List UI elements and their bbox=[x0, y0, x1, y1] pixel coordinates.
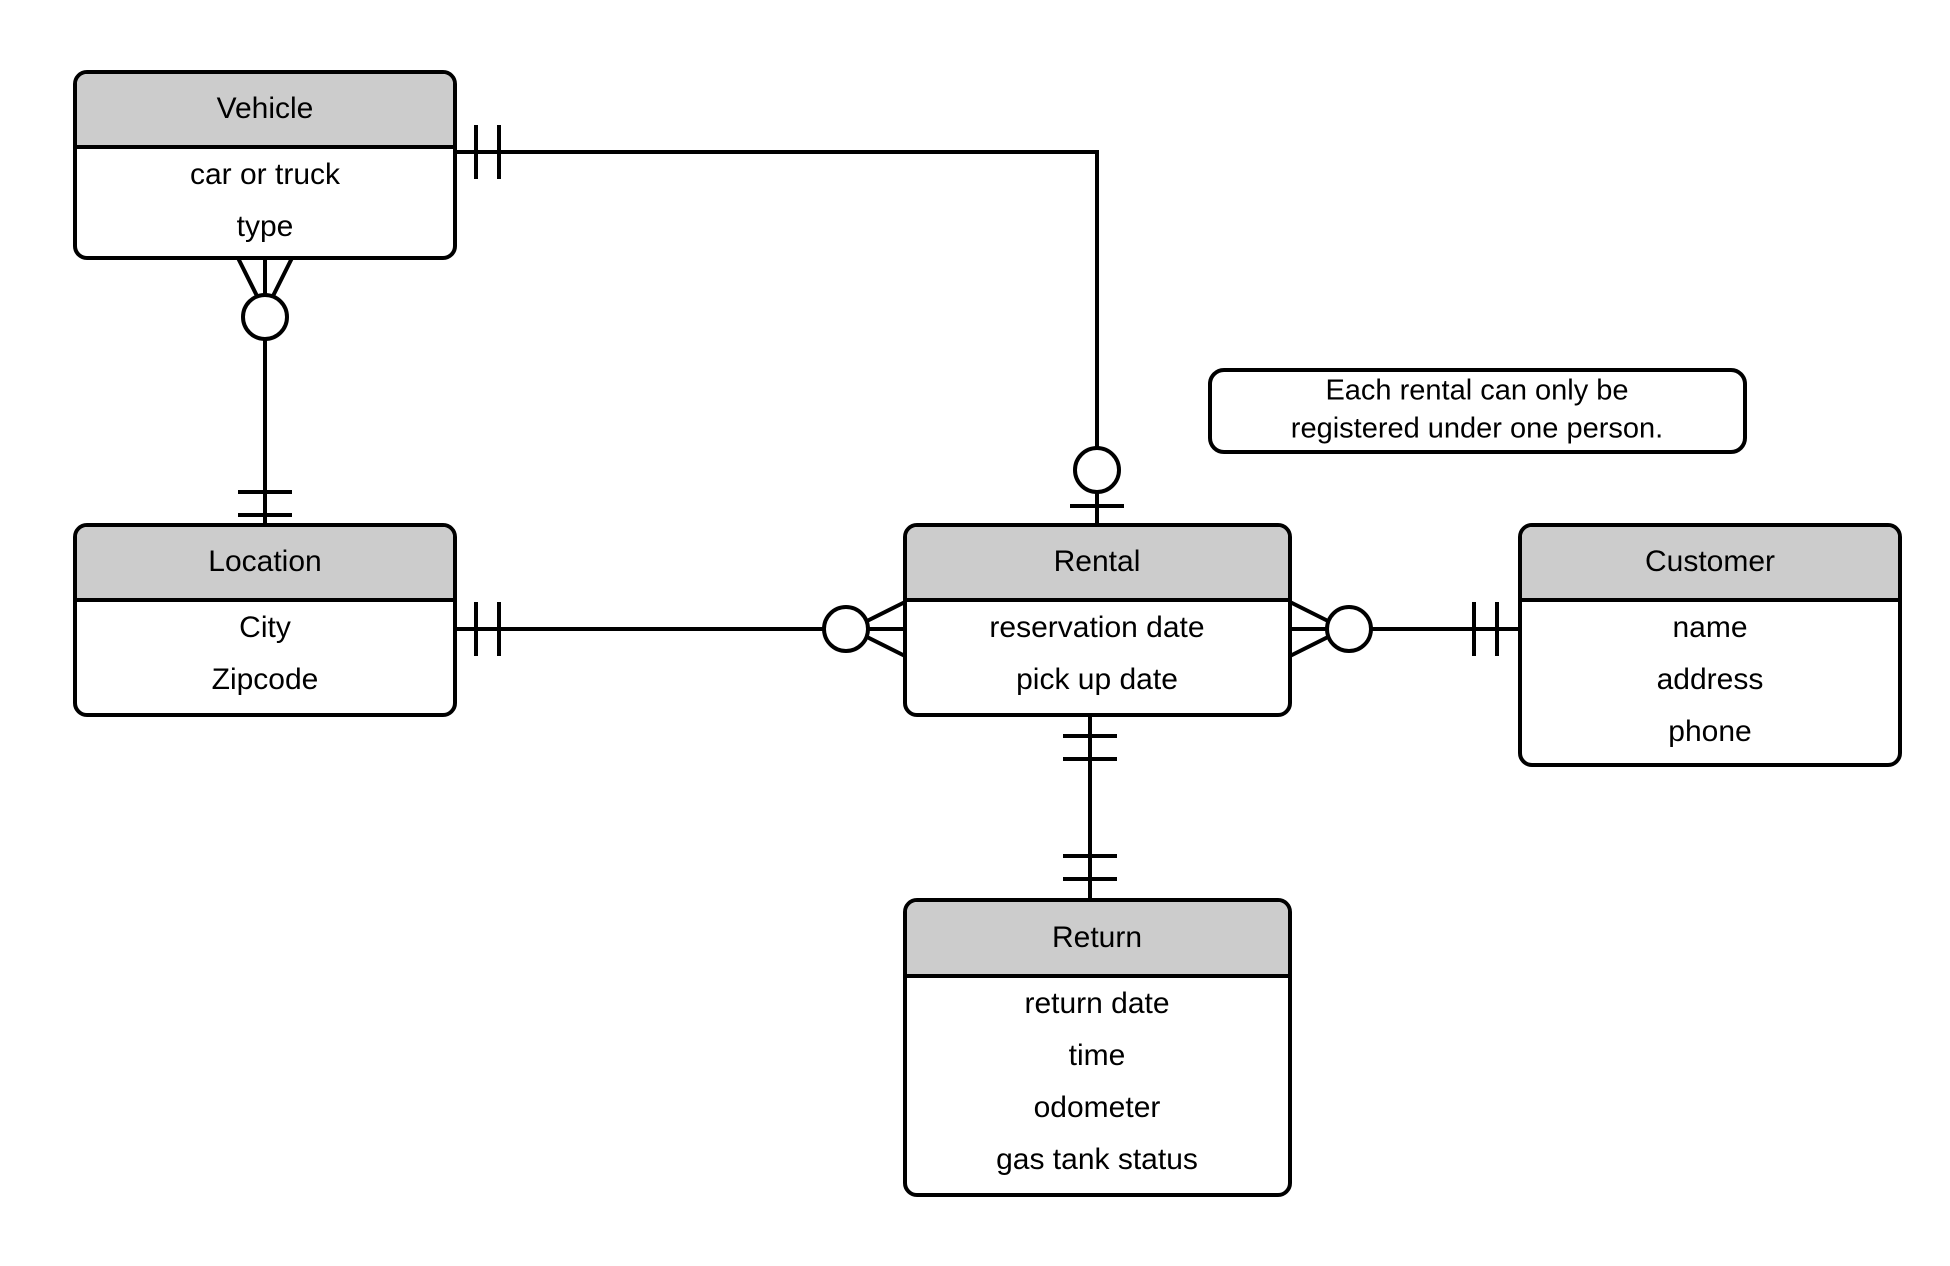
entity-rental-attribute-1: pick up date bbox=[1016, 663, 1178, 696]
connector-line-vehicle-rental bbox=[455, 150, 1099, 525]
entity-customer[interactable]: Customer name address phone bbox=[1518, 523, 1902, 767]
relationship-rental-customer[interactable] bbox=[1289, 600, 1520, 658]
entity-rental-attribute-0: reservation date bbox=[989, 611, 1204, 644]
note-rental-person[interactable]: Each rental can only be registered under… bbox=[1208, 368, 1747, 454]
entity-return-attribute-2: odometer bbox=[1034, 1091, 1161, 1124]
er-diagram-canvas: Vehicle car or truck type Location City … bbox=[0, 0, 1950, 1266]
entity-customer-title: Customer bbox=[1645, 545, 1775, 578]
relationship-vehicle-location[interactable] bbox=[236, 257, 294, 525]
entity-vehicle-attribute-0: car or truck bbox=[190, 158, 341, 191]
entity-return-attribute-1: time bbox=[1069, 1039, 1126, 1072]
note-rental-person-line-2: registered under one person. bbox=[1291, 413, 1663, 445]
relationship-vehicle-rental[interactable] bbox=[455, 125, 1124, 525]
note-rental-person-line-1: Each rental can only be bbox=[1325, 375, 1628, 407]
relationship-location-rental[interactable] bbox=[455, 600, 906, 658]
entity-return-attribute-3: gas tank status bbox=[996, 1143, 1198, 1176]
optionality-circle-location-rental bbox=[822, 605, 870, 653]
entity-location[interactable]: Location City Zipcode bbox=[73, 523, 457, 717]
optionality-circle-vehicle-location bbox=[241, 293, 289, 341]
entity-customer-attribute-2: phone bbox=[1668, 715, 1751, 748]
entity-return-attribute-0: return date bbox=[1024, 987, 1169, 1020]
entity-customer-attribute-1: address bbox=[1657, 663, 1764, 696]
er-diagram-svg: Vehicle car or truck type Location City … bbox=[73, 70, 1902, 1197]
entity-location-attribute-1: Zipcode bbox=[212, 663, 319, 696]
entity-return-title: Return bbox=[1052, 921, 1142, 954]
optionality-circle-rental-vehicle bbox=[1073, 446, 1121, 494]
optionality-circle-rental-customer bbox=[1325, 605, 1373, 653]
entity-customer-attribute-0: name bbox=[1672, 611, 1747, 644]
entity-location-attribute-0: City bbox=[239, 611, 291, 644]
entity-vehicle-title: Vehicle bbox=[217, 92, 314, 125]
entity-vehicle[interactable]: Vehicle car or truck type bbox=[73, 70, 457, 260]
entity-location-title: Location bbox=[208, 545, 321, 578]
entity-rental-title: Rental bbox=[1054, 545, 1141, 578]
relationship-rental-return[interactable] bbox=[1063, 715, 1117, 900]
entity-rental[interactable]: Rental reservation date pick up date bbox=[903, 523, 1292, 717]
entity-vehicle-attribute-1: type bbox=[237, 210, 294, 243]
entity-return[interactable]: Return return date time odometer gas tan… bbox=[903, 898, 1292, 1197]
